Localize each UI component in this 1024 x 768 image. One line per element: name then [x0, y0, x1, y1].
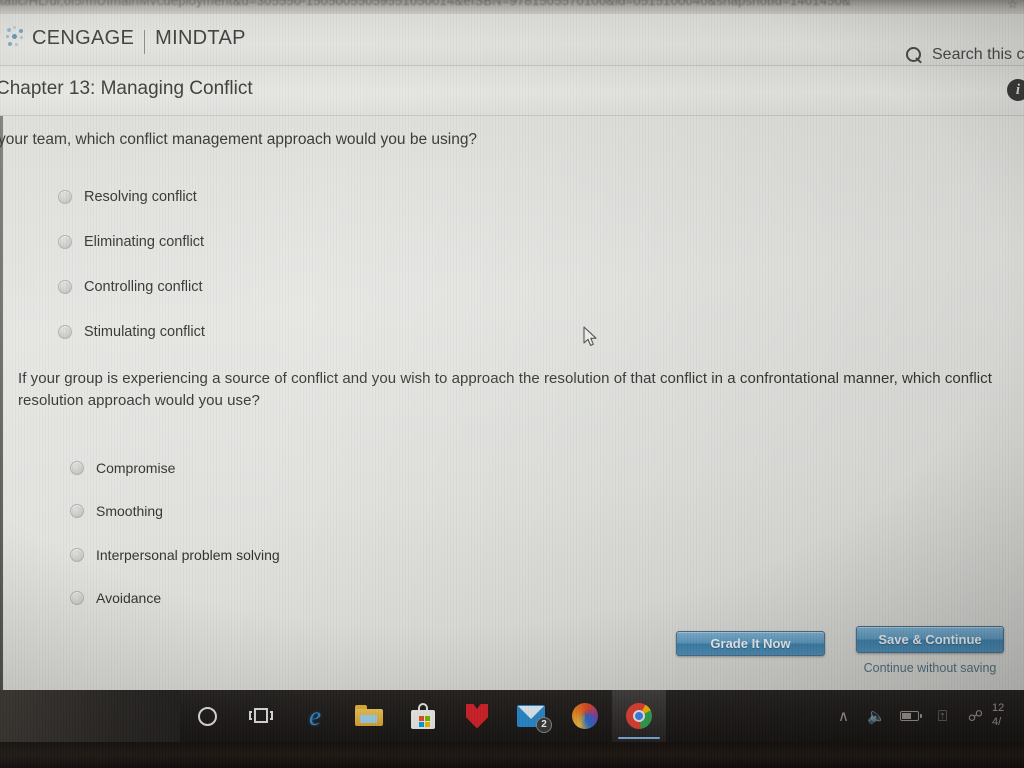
info-icon[interactable]: i: [1007, 79, 1024, 101]
course-search[interactable]: Search this c: [906, 46, 1024, 64]
radio-button-icon[interactable]: [58, 234, 72, 249]
show-hidden-icons-chevron-icon[interactable]: ∧: [827, 690, 860, 742]
cortana-icon: [193, 702, 221, 730]
taskbar-item-mcafee[interactable]: [450, 690, 504, 742]
firefox-icon: [572, 703, 598, 729]
screen-photo: tatic/HL/ui,ol5/mUImainMvcdeployment&d=3…: [0, 0, 1024, 768]
chrome-icon: [626, 703, 652, 729]
question-2-options: Compromise Smoothing Interpersonal probl…: [70, 446, 280, 620]
windows-taskbar: e 2 ∧ 🔈 ⍐ ☍ 12 4/: [180, 690, 1024, 742]
mail-icon: 2: [517, 705, 552, 733]
clock[interactable]: 12 4/: [992, 690, 1022, 742]
quiz-actions: Grade It Now Save & Continue Continue wi…: [676, 618, 1024, 690]
system-tray: ∧ 🔈 ⍐ ☍ 12 4/: [827, 690, 1024, 742]
radio-button-icon[interactable]: [70, 547, 84, 562]
wifi-icon[interactable]: ⍐: [926, 690, 959, 742]
option-label: Resolving conflict: [84, 188, 197, 205]
bluetooth-icon[interactable]: ☍: [959, 690, 992, 742]
chapter-bar: Chapter 13: Managing Conflict i: [0, 66, 1024, 116]
search-input-placeholder[interactable]: Search this c: [932, 46, 1024, 64]
search-icon: [906, 46, 923, 64]
volume-icon[interactable]: 🔈: [860, 690, 893, 742]
file-explorer-icon: [355, 705, 383, 727]
mindtap-wordmark: MINDTAP: [155, 26, 246, 49]
page-title: Chapter 13: Managing Conflict: [0, 78, 253, 99]
radio-button-icon[interactable]: [58, 324, 72, 339]
question-1-text: your team, which conflict management app…: [0, 131, 478, 148]
option-label: Smoothing: [96, 503, 163, 520]
grade-it-now-button[interactable]: Grade It Now: [676, 631, 825, 656]
radio-button-icon[interactable]: [70, 504, 84, 519]
bookmark-star-icon[interactable]: ☆: [1007, 0, 1018, 11]
taskbar-item-mail[interactable]: 2: [504, 690, 558, 742]
taskbar-item-chrome[interactable]: [612, 690, 666, 742]
radio-button-icon[interactable]: [70, 591, 84, 606]
cengage-dots-icon: [6, 26, 28, 50]
option-label: Controlling conflict: [84, 278, 203, 295]
mouse-cursor: [583, 326, 597, 346]
radio-button-icon[interactable]: [70, 460, 84, 475]
taskbar-item-microsoft-store[interactable]: [396, 690, 450, 742]
radio-option[interactable]: Compromise: [70, 446, 280, 490]
address-bar-url: tatic/HL/ui,ol5/mUImainMvcdeployment&d=3…: [0, 0, 851, 8]
clock-time: 12: [992, 702, 1005, 715]
clock-date: 4/: [992, 716, 1002, 728]
cengage-mindtap-logo[interactable]: CENGAGE MINDTAP: [6, 26, 246, 54]
battery-icon[interactable]: [893, 690, 926, 742]
edge-icon: e: [309, 701, 321, 731]
save-and-continue-button[interactable]: Save & Continue: [856, 626, 1004, 653]
radio-option[interactable]: Stimulating conflict: [58, 309, 205, 354]
desk-surface: [0, 742, 1024, 768]
microsoft-store-icon: [411, 703, 435, 729]
radio-option[interactable]: Avoidance: [70, 577, 280, 621]
option-label: Interpersonal problem solving: [96, 546, 280, 563]
mcafee-icon: [466, 703, 488, 729]
taskbar-item-task-view[interactable]: [234, 690, 288, 742]
mail-unread-badge: 2: [536, 717, 552, 733]
question-1-options: Resolving conflict Eliminating conflict …: [58, 174, 205, 354]
radio-button-icon[interactable]: [58, 279, 72, 294]
mindtap-page: CENGAGE MINDTAP Search this c Chapter 13…: [0, 14, 1024, 690]
quiz-body: your team, which conflict management app…: [0, 116, 1024, 690]
radio-option[interactable]: Interpersonal problem solving: [70, 533, 280, 577]
cengage-wordmark: CENGAGE: [32, 26, 135, 49]
taskbar-left-shadow: [0, 690, 181, 742]
question-2-text: If your group is experiencing a source o…: [18, 370, 992, 410]
taskbar-item-cortana[interactable]: [180, 690, 234, 742]
radio-option[interactable]: Controlling conflict: [58, 264, 205, 309]
option-label: Avoidance: [96, 590, 162, 607]
taskbar-item-edge[interactable]: e: [288, 690, 342, 742]
radio-option[interactable]: Resolving conflict: [58, 174, 205, 219]
task-view-icon: [249, 707, 273, 726]
continue-without-saving-link[interactable]: Continue without saving: [856, 661, 1004, 675]
radio-option[interactable]: Smoothing: [70, 490, 280, 534]
option-label: Eliminating conflict: [84, 233, 205, 250]
radio-button-icon[interactable]: [58, 189, 72, 204]
mindtap-top-bar: CENGAGE MINDTAP Search this c: [0, 14, 1024, 66]
option-label: Stimulating conflict: [84, 323, 205, 340]
option-label: Compromise: [96, 459, 176, 476]
logo-divider: [144, 30, 146, 54]
radio-option[interactable]: Eliminating conflict: [58, 219, 205, 264]
taskbar-item-file-explorer[interactable]: [342, 690, 396, 742]
browser-address-bar[interactable]: tatic/HL/ui,ol5/mUImainMvcdeployment&d=3…: [0, 0, 1024, 14]
taskbar-item-firefox[interactable]: [558, 690, 612, 742]
